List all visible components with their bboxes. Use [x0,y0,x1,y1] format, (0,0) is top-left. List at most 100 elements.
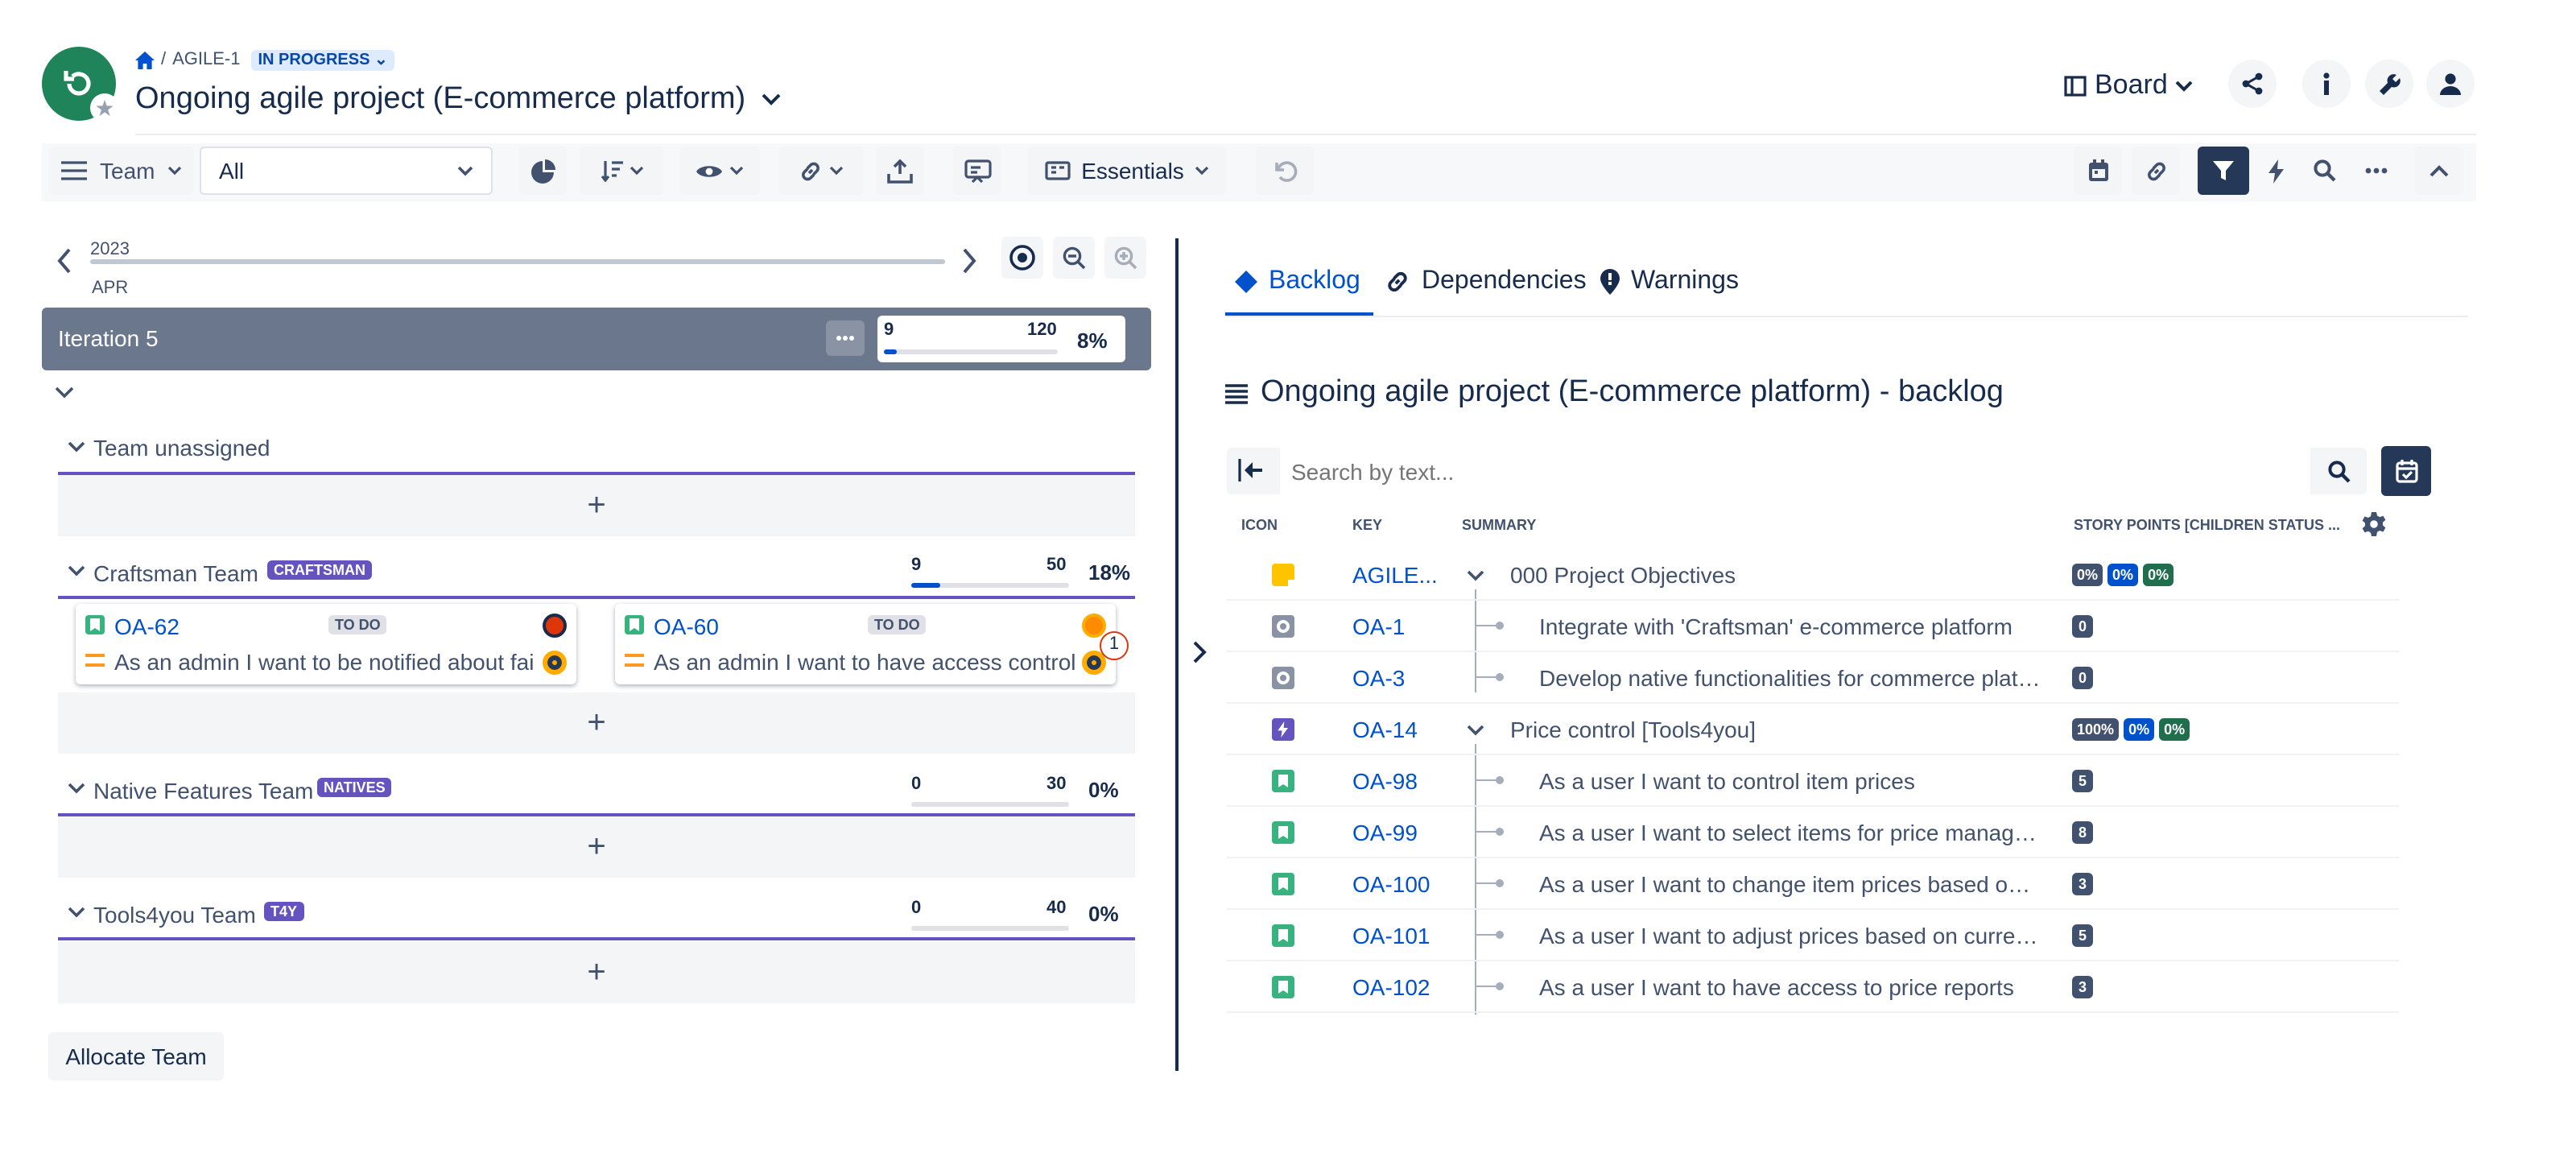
iteration-more-button[interactable] [826,320,865,356]
add-issue-button[interactable]: + [58,475,1135,536]
info-button[interactable] [2302,60,2351,108]
add-issue-button[interactable]: + [58,692,1135,754]
visibility-button[interactable] [679,147,760,195]
table-row[interactable]: OA-99 As a user I want to select items fo… [1227,807,2399,858]
planning-button[interactable] [953,147,1001,195]
avatar[interactable] [543,651,567,675]
team-header-natives[interactable]: Native Features Team NATIVES 0 30 0% [58,768,1135,816]
issue-key[interactable]: OA-14 [1352,717,1418,742]
search-bar [1227,448,2367,494]
star-icon[interactable]: ★ [90,93,119,122]
chevron-down-icon[interactable] [68,783,85,794]
column-key[interactable]: KEY [1352,517,1382,533]
links-button[interactable] [779,147,863,195]
avatar[interactable] [543,614,567,638]
gear-icon[interactable] [2362,512,2386,536]
settings-button[interactable] [2365,60,2413,108]
issue-key[interactable]: OA-102 [1352,974,1430,1000]
more-button[interactable] [2352,147,2401,195]
issue-key[interactable]: OA-98 [1352,768,1418,794]
issue-status[interactable]: TO DO [328,615,387,634]
tab-dependencies[interactable]: Dependencies [1385,258,1587,306]
issue-card[interactable]: OA-60 TO DO As an admin I want to have a… [615,604,1129,684]
upload-icon [887,159,913,183]
team-progress-total: 50 [1046,556,1067,575]
zoom-in-button[interactable] [1104,237,1146,279]
issue-key[interactable]: OA-1 [1352,614,1405,639]
table-row[interactable]: OA-102 As a user I want to have access to… [1227,961,2399,1013]
iteration-header[interactable]: Iteration 5 9 120 8% [42,308,1151,370]
table-row[interactable]: OA-1 Integrate with 'Craftsman' e-commerc… [1227,601,2399,652]
team-header-t4y[interactable]: Tools4you Team T4Y 0 40 0% [58,892,1135,940]
automation-button[interactable] [2256,147,2297,195]
points-badge: 0% [2072,564,2103,586]
table-row[interactable]: OA-14 Price control [Tools4you] 100% 0% 0% [1227,704,2399,755]
team-header-unassigned[interactable]: Team unassigned [58,427,1135,475]
issue-key[interactable]: OA-99 [1352,820,1418,845]
collapse-button[interactable] [2415,147,2463,195]
home-icon[interactable] [135,51,155,68]
column-summary[interactable]: SUMMARY [1462,517,1536,533]
add-issue-button[interactable]: + [58,816,1135,878]
table-row[interactable]: OA-98 As a user I want to control item pr… [1227,755,2399,807]
issue-status[interactable]: TO DO [868,615,927,634]
add-issue-button[interactable]: + [58,942,1135,1003]
board-view-button[interactable]: Board [2064,68,2194,103]
issue-key[interactable]: OA-3 [1352,665,1405,691]
expand-panel-icon[interactable] [1191,639,1208,665]
table-row[interactable]: OA-100 As a user I want to change item pr… [1227,858,2399,910]
filter-button[interactable] [2198,147,2249,195]
calendar-button[interactable] [2074,147,2122,195]
column-icon[interactable]: ICON [1241,517,1278,533]
chevron-down-icon[interactable] [762,93,781,106]
issue-card[interactable]: OA-62 TO DO As an admin I want to be not… [76,604,576,684]
team-select[interactable]: All [200,147,493,195]
issue-key[interactable]: OA-62 [114,614,180,639]
collapse-left-icon[interactable] [1238,459,1262,481]
share-button[interactable] [2228,60,2277,108]
chevron-down-icon[interactable] [1467,725,1484,736]
search-icon[interactable] [2328,461,2351,483]
avatar-count[interactable]: 1 [1100,631,1129,660]
story-points: 5 [2072,924,2093,947]
story-icon [1272,821,1294,844]
date-picker-button[interactable] [2381,446,2431,496]
issue-key[interactable]: OA-101 [1352,923,1430,948]
sort-button[interactable] [580,147,663,195]
chevron-down-icon[interactable] [68,907,85,918]
essentials-button[interactable]: Essentials [1027,147,1227,195]
chevron-down-icon[interactable] [1467,570,1484,581]
collapse-all-icon[interactable] [55,386,74,399]
chevron-down-icon[interactable] [68,441,85,453]
avatar[interactable] [1082,614,1106,638]
team-view-button[interactable]: Team [48,147,193,195]
table-row[interactable]: OA-3 Develop native functionalities for c… [1227,652,2399,704]
today-button[interactable] [1001,237,1043,279]
team-header-craftsman[interactable]: Craftsman Team CRAFTSMAN 9 50 18% [58,551,1135,599]
tab-backlog[interactable]: Backlog [1235,258,1360,306]
table-row[interactable]: OA-101 As a user I want to adjust prices … [1227,910,2399,961]
table-row[interactable]: AGILE... 000 Project Objectives 0% 0% 0% [1227,549,2399,601]
status-badge[interactable]: IN PROGRESS ⌄ [251,49,394,70]
chart-button[interactable] [518,147,567,195]
timeline-next-icon[interactable] [960,246,979,275]
issue-key[interactable]: AGILE... [1352,562,1438,588]
export-button[interactable] [876,147,924,195]
allocate-team-button[interactable]: Allocate Team [48,1032,224,1081]
issue-key[interactable]: OA-60 [654,614,719,639]
tab-warnings[interactable]: Warnings [1600,258,1739,306]
timeline-track[interactable] [90,259,945,264]
issue-key[interactable]: OA-100 [1352,871,1430,897]
zoom-out-button[interactable] [1053,237,1095,279]
search-input[interactable] [1280,448,2310,494]
team-name: Team unassigned [93,435,270,461]
column-story-points[interactable]: STORY POINTS [CHILDREN STATUS ... [2074,517,2340,533]
user-button[interactable] [2426,60,2475,108]
timeline-prev-icon[interactable] [55,246,74,275]
undo-button[interactable] [1256,147,1314,195]
search-button[interactable] [2304,147,2346,195]
panel-splitter[interactable] [1175,238,1179,1071]
chevron-down-icon[interactable] [68,565,85,576]
link-toggle-button[interactable] [2132,147,2180,195]
breadcrumb-issue-key[interactable]: AGILE-1 [172,50,240,69]
